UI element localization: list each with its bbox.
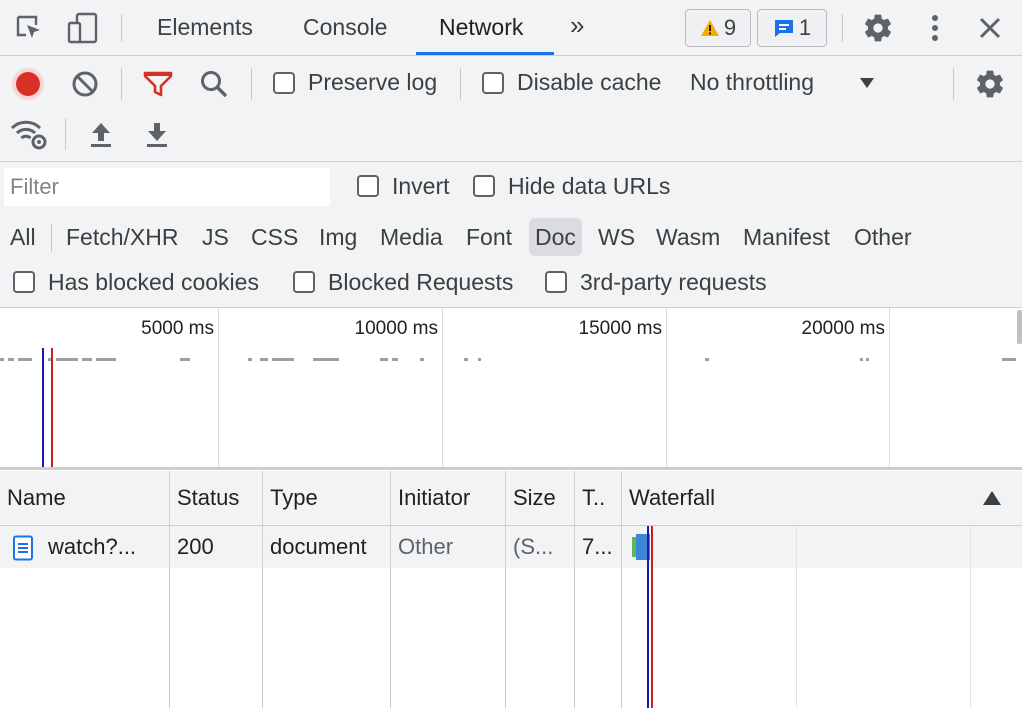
warnings-count: 9: [723, 15, 737, 40]
toolbar-divider: [842, 14, 843, 42]
filter-type-ws[interactable]: WS: [592, 218, 641, 256]
settings-gear-icon[interactable]: [862, 12, 894, 44]
search-icon[interactable]: [199, 69, 229, 99]
network-conditions-icon[interactable]: [10, 118, 48, 150]
disable-cache-checkbox[interactable]: [482, 72, 504, 94]
messages-badge[interactable]: 1: [757, 9, 827, 47]
warning-icon: [700, 20, 719, 36]
toolbar-divider: [953, 68, 954, 100]
column-header-status[interactable]: Status: [170, 471, 262, 525]
load-event-line: [51, 348, 53, 467]
preserve-log-label: Preserve log: [308, 69, 438, 95]
column-header-name[interactable]: Name: [0, 471, 169, 525]
dom-content-loaded-line: [647, 526, 649, 708]
blocked-requests-label: Blocked Requests: [328, 269, 514, 295]
third-party-requests-label: 3rd-party requests: [580, 269, 767, 295]
request-type: document: [270, 534, 367, 559]
column-header-type[interactable]: Type: [263, 471, 390, 525]
messages-count: 1: [798, 15, 812, 40]
filter-divider: [51, 224, 52, 252]
has-blocked-cookies-label: Has blocked cookies: [48, 269, 259, 295]
column-divider[interactable]: [262, 471, 263, 708]
filter-input[interactable]: [4, 168, 330, 206]
filter-type-fetch-xhr[interactable]: Fetch/XHR: [60, 218, 184, 256]
import-har-icon[interactable]: [88, 119, 114, 149]
has-blocked-cookies-checkbox[interactable]: [13, 271, 35, 293]
request-name[interactable]: watch?...: [41, 526, 169, 568]
filter-type-js[interactable]: JS: [196, 218, 235, 256]
dom-content-loaded-line: [42, 348, 44, 467]
request-status: 200: [177, 534, 214, 559]
hide-data-urls-label: Hide data URLs: [508, 173, 671, 199]
request-time: 7...: [582, 534, 613, 559]
invert-label: Invert: [392, 173, 450, 199]
column-divider[interactable]: [574, 471, 575, 708]
message-icon: [774, 20, 793, 37]
preserve-log-checkbox[interactable]: [273, 72, 295, 94]
column-divider[interactable]: [390, 471, 391, 708]
more-tabs-button[interactable]: »: [570, 10, 584, 41]
invert-checkbox[interactable]: [357, 175, 379, 197]
requests-table: Name Status Type Initiator Size T.. Wate…: [0, 471, 1022, 708]
warnings-badge[interactable]: 9: [685, 9, 751, 47]
toolbar-divider: [460, 68, 461, 100]
active-tab-indicator: [416, 52, 554, 55]
network-settings-gear-icon[interactable]: [974, 68, 1006, 100]
toolbar-divider: [251, 68, 252, 100]
export-har-icon[interactable]: [144, 119, 170, 149]
column-header-size[interactable]: Size: [506, 471, 574, 525]
toolbar-divider: [121, 14, 122, 42]
filter-type-all[interactable]: All: [4, 218, 42, 256]
filter-type-css[interactable]: CSS: [245, 218, 304, 256]
column-divider[interactable]: [505, 471, 506, 708]
request-size: (S...: [513, 534, 554, 559]
close-icon[interactable]: [976, 14, 1004, 42]
record-icon[interactable]: [10, 66, 46, 102]
sort-ascending-icon[interactable]: [982, 490, 1002, 506]
column-divider[interactable]: [621, 471, 622, 708]
column-header-time[interactable]: T..: [575, 471, 621, 525]
toolbar-divider: [65, 118, 66, 150]
filter-type-img[interactable]: Img: [313, 218, 363, 256]
filter-type-manifest[interactable]: Manifest: [737, 218, 836, 256]
dropdown-arrow-icon[interactable]: [858, 76, 876, 90]
disable-cache-label: Disable cache: [517, 69, 662, 95]
tab-elements[interactable]: Elements: [157, 14, 253, 41]
tab-console[interactable]: Console: [303, 14, 387, 41]
network-overview[interactable]: 5000 ms 10000 ms 15000 ms 20000 ms: [0, 308, 1022, 470]
clear-icon[interactable]: [70, 69, 100, 99]
toolbar-divider: [121, 68, 122, 100]
filter-type-doc[interactable]: Doc: [529, 218, 582, 256]
waterfall-gridline: [796, 526, 797, 708]
document-icon: [13, 535, 33, 561]
load-event-line: [651, 526, 653, 708]
filter-type-other[interactable]: Other: [848, 218, 918, 256]
device-toolbar-icon[interactable]: [66, 11, 100, 45]
third-party-requests-checkbox[interactable]: [545, 271, 567, 293]
column-divider[interactable]: [169, 471, 170, 708]
throttling-select[interactable]: No throttling: [690, 69, 814, 96]
blocked-requests-checkbox[interactable]: [293, 271, 315, 293]
filter-type-media[interactable]: Media: [374, 218, 449, 256]
more-options-icon[interactable]: [925, 12, 945, 44]
network-toolbar: Preserve log Disable cache No throttling: [0, 56, 1022, 162]
request-initiator: Other: [398, 534, 454, 559]
devtools-tab-bar: Elements Console Network » 9 1: [0, 0, 1022, 56]
waterfall-gridline: [970, 526, 971, 708]
filter-type-wasm[interactable]: Wasm: [650, 218, 726, 256]
inspect-element-icon[interactable]: [14, 13, 44, 43]
tab-network[interactable]: Network: [439, 14, 523, 41]
overview-request-bars: [0, 348, 1016, 467]
filter-icon[interactable]: [143, 69, 173, 99]
overview-scrollbar[interactable]: [1017, 310, 1022, 344]
column-header-waterfall[interactable]: Waterfall: [622, 471, 1022, 525]
hide-data-urls-checkbox[interactable]: [473, 175, 495, 197]
column-header-initiator[interactable]: Initiator: [391, 471, 505, 525]
filter-bar: Invert Hide data URLs All Fetch/XHR JS C…: [0, 162, 1022, 308]
filter-type-font[interactable]: Font: [460, 218, 518, 256]
